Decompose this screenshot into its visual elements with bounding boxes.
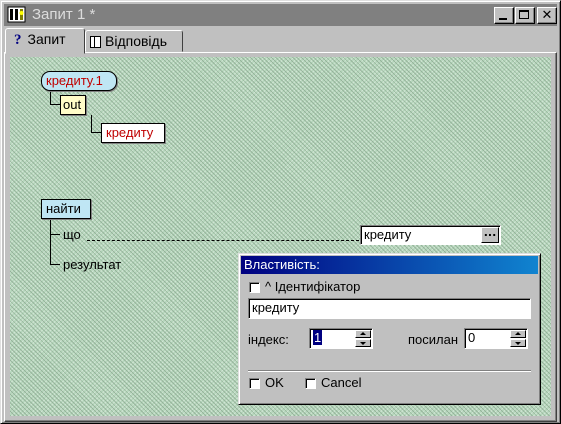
- close-icon: ✕: [541, 8, 553, 23]
- question-icon: ?: [14, 32, 22, 49]
- label-what: що: [63, 227, 81, 242]
- connector-line: [50, 104, 60, 105]
- spin-down-icon[interactable]: [510, 339, 526, 347]
- connector-line: [50, 89, 51, 105]
- spin-up-icon[interactable]: [510, 330, 526, 338]
- index-stepper[interactable]: 1: [309, 328, 373, 349]
- node-out[interactable]: out: [60, 95, 86, 115]
- browse-button[interactable]: ...: [481, 227, 499, 243]
- index-label: індекс:: [248, 332, 289, 347]
- node-credit-1[interactable]: кредиту.1: [41, 71, 117, 91]
- app-icon: [7, 6, 26, 23]
- maximize-icon: [519, 10, 529, 19]
- maximize-button[interactable]: [515, 7, 535, 24]
- reference-stepper[interactable]: 0: [464, 328, 528, 349]
- minimize-button[interactable]: [494, 7, 514, 24]
- minimize-icon: [499, 18, 507, 20]
- cancel-label[interactable]: Cancel: [321, 375, 361, 391]
- index-spin-buttons[interactable]: [355, 330, 371, 347]
- identifier-input[interactable]: кредиту: [248, 298, 531, 319]
- what-value-field[interactable]: кредиту ...: [360, 225, 501, 245]
- close-button[interactable]: ✕: [537, 7, 557, 24]
- identifier-label: ^ Ідентифікатор: [265, 279, 361, 294]
- ok-label[interactable]: OK: [265, 375, 284, 391]
- identifier-checkbox[interactable]: [249, 282, 260, 293]
- connector-line: [50, 218, 51, 265]
- tab-answer[interactable]: Відповідь: [85, 30, 183, 52]
- what-value-text: кредиту: [364, 227, 412, 242]
- link-line-dashed: [87, 240, 359, 241]
- label-result: результат: [63, 257, 122, 272]
- reference-spin-buttons[interactable]: [510, 330, 526, 347]
- index-value: 1: [313, 330, 323, 345]
- connector-line: [91, 132, 101, 133]
- window-titlebar[interactable]: Запит 1 * ✕: [4, 4, 557, 26]
- tab-query-label: Запит: [27, 31, 66, 47]
- tab-answer-label: Відповідь: [105, 33, 167, 49]
- tab-query[interactable]: ? Запит: [5, 28, 85, 54]
- connector-line: [91, 115, 92, 133]
- query-window: Запит 1 * ✕ Відповідь ? Запит кредиту.1 o…: [0, 0, 561, 424]
- dialog-separator: [248, 370, 531, 372]
- ok-checkbox[interactable]: [249, 378, 260, 389]
- cancel-checkbox[interactable]: [305, 378, 316, 389]
- reference-label: посилан: [408, 332, 459, 347]
- window-title: Запит 1 *: [32, 6, 96, 23]
- connector-line: [50, 264, 60, 265]
- spin-up-icon[interactable]: [355, 330, 371, 338]
- property-dialog: Властивість: ^ Ідентифікатор кредиту інд…: [238, 253, 541, 405]
- reference-value: 0: [468, 330, 476, 345]
- connector-line: [50, 234, 60, 235]
- node-credit[interactable]: кредиту: [101, 123, 165, 143]
- spin-down-icon[interactable]: [355, 339, 371, 347]
- node-find[interactable]: найти: [41, 199, 91, 219]
- property-dialog-title[interactable]: Властивість:: [241, 256, 538, 274]
- document-icon: [90, 36, 101, 49]
